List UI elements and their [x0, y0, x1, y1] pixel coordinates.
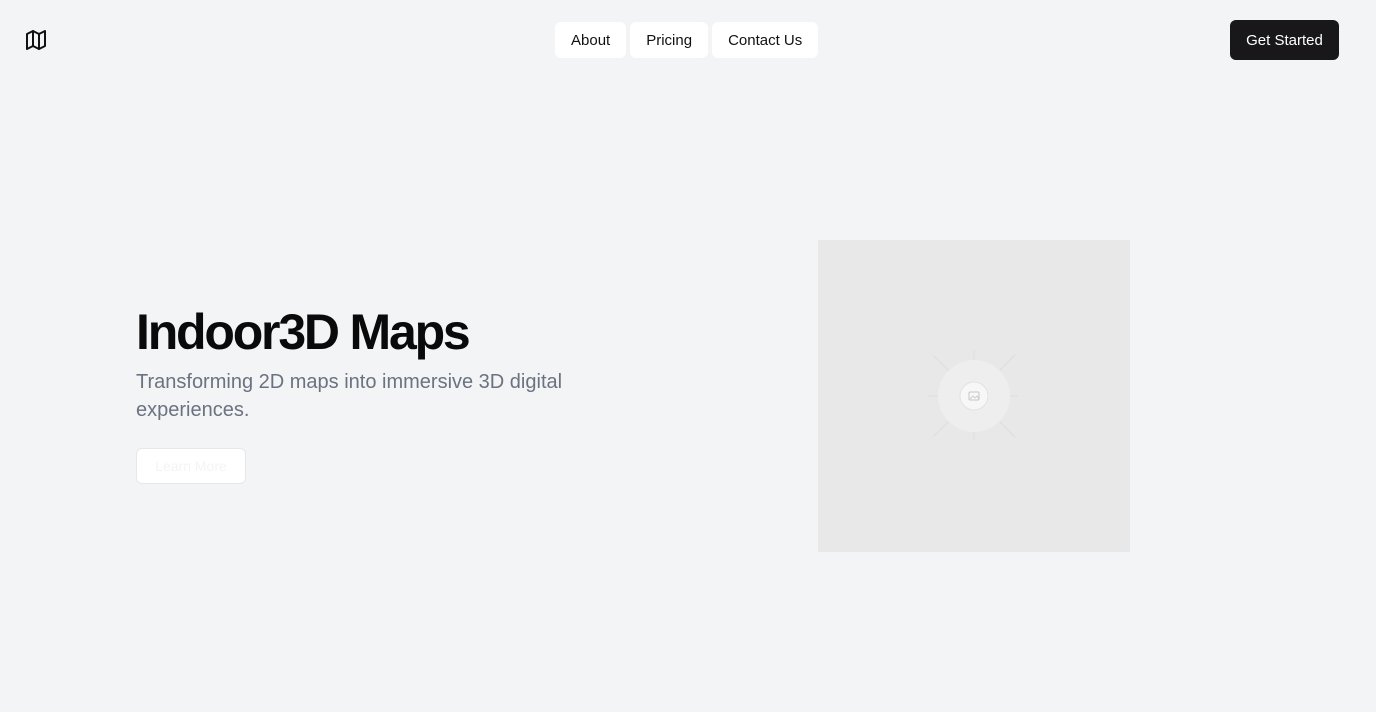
nav-item-pricing[interactable]: Pricing [630, 22, 709, 58]
nav-item-contact-us[interactable]: Contact Us [712, 22, 819, 58]
hero-subtitle: Transforming 2D maps into immersive 3D d… [136, 371, 563, 421]
learn-more-button[interactable]: Learn More [136, 448, 246, 484]
hero-title: Indoor3D Maps [136, 304, 471, 360]
image-placeholder-icon [928, 350, 1018, 440]
nav-item-about[interactable]: About [555, 22, 627, 58]
main-nav: About Pricing Contact Us [555, 22, 819, 58]
map-icon[interactable] [24, 28, 48, 52]
hero-image-placeholder [818, 240, 1130, 552]
get-started-button[interactable]: Get Started [1230, 20, 1339, 60]
